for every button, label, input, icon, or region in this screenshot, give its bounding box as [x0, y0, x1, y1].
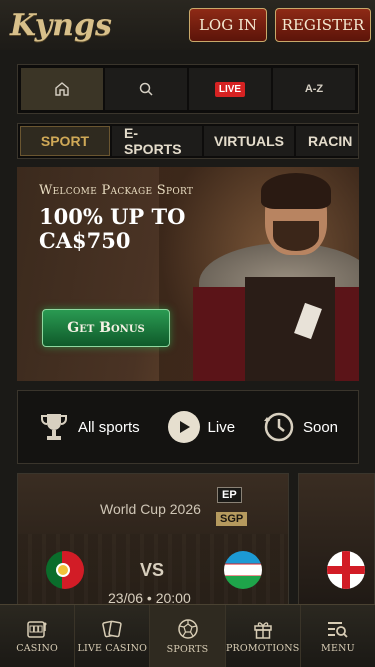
clock-history-icon: [263, 411, 295, 443]
match-league: World Cup 2026: [100, 501, 201, 517]
uzbekistan-flag-icon: [224, 551, 262, 589]
sports-filter-bar: All sports Live Soon: [17, 390, 359, 464]
ep-badge: EP: [217, 487, 242, 503]
search-icon: [139, 82, 153, 96]
get-bonus-button[interactable]: Get Bonus: [42, 309, 170, 347]
bottom-nav-promotions-label: PROMOTIONS: [225, 642, 300, 654]
gift-icon: [253, 621, 272, 639]
bottom-nav-live-casino-label: LIVE CASINO: [77, 642, 148, 654]
filter-soon-label: Soon: [302, 418, 339, 436]
kyngs-logo[interactable]: Kyngs: [10, 8, 112, 43]
filter-all-sports-label: All sports: [77, 418, 140, 436]
menu-search-icon: [327, 621, 348, 638]
banner-figure-tunic: [245, 277, 335, 381]
portugal-flag-icon: [46, 551, 84, 589]
banner-figure-hair: [261, 173, 331, 209]
bottom-nav-casino[interactable]: CASINO: [0, 605, 76, 667]
banner-subtitle: Welcome Package Sport: [39, 183, 194, 198]
tab-e-sports[interactable]: E-SPORTS: [112, 125, 202, 157]
trophy-icon: [38, 411, 70, 443]
register-button[interactable]: REGISTER: [275, 8, 371, 42]
filter-soon[interactable]: Soon: [263, 411, 338, 443]
promo-banner[interactable]: Welcome Package Sport 100% UP TO CA$750 …: [17, 167, 359, 381]
football-icon: [177, 618, 198, 639]
filter-live-label: Live: [207, 418, 236, 436]
tab-virtuals[interactable]: VIRTUALS: [204, 126, 294, 156]
versus-label: VS: [140, 560, 165, 580]
tab-racing[interactable]: RACIN: [296, 126, 358, 156]
quick-nav-search[interactable]: [105, 68, 187, 110]
england-flag-icon: [327, 551, 365, 589]
quick-nav-live[interactable]: LIVE: [189, 68, 271, 110]
auth-buttons: LOG IN REGISTER: [189, 8, 371, 42]
filter-all-sports[interactable]: All sports: [38, 411, 140, 443]
a-z-label: A-Z: [304, 83, 324, 95]
bottom-nav-sports[interactable]: SPORTS: [150, 605, 226, 667]
tab-sport[interactable]: SPORT: [20, 126, 110, 156]
sgp-badge: SGP: [216, 512, 248, 526]
filter-live[interactable]: Live: [167, 411, 236, 443]
quick-nav-home[interactable]: [21, 68, 103, 110]
live-badge: LIVE: [214, 81, 246, 97]
bottom-nav-promotions[interactable]: PROMOTIONS: [226, 605, 301, 667]
play-icon: [167, 411, 200, 443]
home-icon: [55, 82, 69, 96]
bottom-nav-menu-label: MENU: [321, 642, 355, 654]
match-card[interactable]: [298, 473, 375, 623]
category-tabs: SPORT E-SPORTS VIRTUALS RACIN: [17, 123, 359, 159]
slot-machine-icon: [27, 620, 47, 638]
bottom-nav-live-casino[interactable]: LIVE CASINO: [75, 605, 151, 667]
bottom-nav-casino-label: CASINO: [16, 642, 58, 654]
quick-nav: LIVE A-Z: [17, 64, 359, 114]
header: Kyngs LOG IN REGISTER: [0, 0, 375, 50]
bottom-nav: CASINO LIVE CASINO SPORTS PROMOTIONS MEN…: [0, 604, 375, 667]
login-button[interactable]: LOG IN: [189, 8, 267, 42]
bottom-nav-sports-label: SPORTS: [166, 643, 209, 655]
banner-figure-beard: [273, 221, 319, 251]
cards-icon: [102, 620, 122, 637]
banner-title: 100% UP TO CA$750: [39, 204, 186, 253]
quick-nav-a-z[interactable]: A-Z: [273, 68, 355, 110]
match-card[interactable]: World Cup 2026 EP SGP VS 23/06 • 20:00: [17, 473, 289, 623]
bottom-nav-menu[interactable]: MENU: [301, 605, 375, 667]
